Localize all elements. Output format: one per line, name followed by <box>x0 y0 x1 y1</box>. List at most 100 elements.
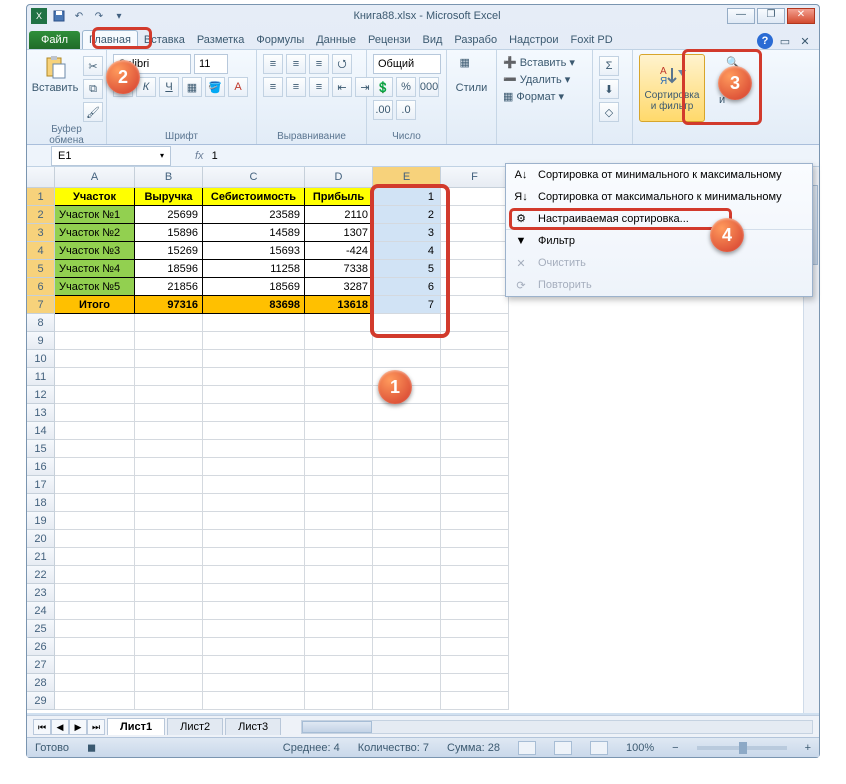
decimal-inc-button[interactable]: .00 <box>373 100 393 120</box>
tab-file[interactable]: Файл <box>29 31 80 49</box>
cell[interactable] <box>55 530 135 548</box>
cell[interactable]: 18569 <box>203 278 305 296</box>
col-header-d[interactable]: D <box>305 167 373 187</box>
cell[interactable] <box>203 566 305 584</box>
cell[interactable] <box>441 206 509 224</box>
cell[interactable] <box>55 656 135 674</box>
cell[interactable] <box>305 638 373 656</box>
cell[interactable] <box>373 548 441 566</box>
zoom-slider[interactable] <box>697 746 787 750</box>
cell[interactable] <box>135 386 203 404</box>
cell[interactable] <box>203 440 305 458</box>
cell[interactable] <box>373 314 441 332</box>
cell[interactable]: 1 <box>373 188 441 206</box>
cell[interactable] <box>373 674 441 692</box>
cell[interactable] <box>203 368 305 386</box>
cell[interactable]: 15693 <box>203 242 305 260</box>
zoom-out-button[interactable]: − <box>672 742 678 754</box>
cell[interactable] <box>135 602 203 620</box>
cell[interactable] <box>203 458 305 476</box>
cell[interactable] <box>373 512 441 530</box>
cell[interactable] <box>135 530 203 548</box>
menu-item[interactable]: А↓Сортировка от минимального к максималь… <box>506 164 812 186</box>
cell[interactable] <box>55 620 135 638</box>
save-button[interactable] <box>51 8 67 24</box>
cell[interactable] <box>441 530 509 548</box>
cell[interactable]: 6 <box>373 278 441 296</box>
cell[interactable]: Участок №4 <box>55 260 135 278</box>
row-header[interactable]: 11 <box>27 368 55 386</box>
font-size-combo[interactable] <box>194 54 228 74</box>
cell[interactable] <box>305 566 373 584</box>
col-header-f[interactable]: F <box>441 167 509 187</box>
cell[interactable] <box>373 692 441 710</box>
styles-button[interactable]: ▦ Стили <box>453 54 490 144</box>
cell[interactable]: 11258 <box>203 260 305 278</box>
row-header[interactable]: 3 <box>27 224 55 242</box>
cell[interactable] <box>203 692 305 710</box>
cell[interactable] <box>441 422 509 440</box>
cell[interactable]: Участок №1 <box>55 206 135 224</box>
clear-button[interactable]: ◇ <box>599 102 619 122</box>
cell[interactable] <box>305 530 373 548</box>
cell[interactable] <box>55 332 135 350</box>
cell[interactable] <box>55 476 135 494</box>
cell[interactable] <box>135 566 203 584</box>
cell[interactable] <box>203 476 305 494</box>
macro-record-icon[interactable]: ◼ <box>87 741 96 754</box>
row-header[interactable]: 4 <box>27 242 55 260</box>
cell[interactable] <box>55 494 135 512</box>
sheet-nav-last[interactable]: ⏭ <box>87 719 105 735</box>
cell[interactable] <box>203 530 305 548</box>
align-right-button[interactable]: ≡ <box>309 77 329 97</box>
cell[interactable] <box>305 476 373 494</box>
cell[interactable] <box>373 602 441 620</box>
cell[interactable]: Участок <box>55 188 135 206</box>
cell[interactable] <box>441 620 509 638</box>
comma-button[interactable]: 000 <box>419 77 439 97</box>
format-painter-button[interactable]: 🖌 <box>83 102 103 122</box>
minimize-button[interactable]: — <box>727 8 755 24</box>
row-header[interactable]: 16 <box>27 458 55 476</box>
row-header[interactable]: 24 <box>27 602 55 620</box>
cell[interactable] <box>203 620 305 638</box>
menu-item[interactable]: ⚙Настраиваемая сортировка... <box>506 208 812 230</box>
row-header[interactable]: 27 <box>27 656 55 674</box>
cell[interactable] <box>305 620 373 638</box>
cell[interactable] <box>203 494 305 512</box>
tab-home[interactable]: Главная <box>82 30 138 49</box>
col-header-b[interactable]: B <box>135 167 203 187</box>
row-header[interactable]: 21 <box>27 548 55 566</box>
cell[interactable] <box>373 368 441 386</box>
cell[interactable] <box>441 440 509 458</box>
cell[interactable] <box>373 422 441 440</box>
cell[interactable] <box>305 584 373 602</box>
doc-close-icon[interactable]: ✕ <box>797 33 813 49</box>
cell[interactable] <box>305 332 373 350</box>
undo-button[interactable]: ↶ <box>71 8 87 24</box>
row-header[interactable]: 17 <box>27 476 55 494</box>
cell[interactable] <box>305 512 373 530</box>
cell[interactable] <box>203 638 305 656</box>
font-name-combo[interactable] <box>113 54 191 74</box>
sort-filter-button[interactable]: АЯ Сортировка и фильтр <box>639 54 705 122</box>
sheet-nav-first[interactable]: ⏮ <box>33 719 51 735</box>
cell[interactable] <box>203 422 305 440</box>
sheet-tab-3[interactable]: Лист3 <box>225 718 281 735</box>
cell[interactable] <box>203 548 305 566</box>
cell[interactable] <box>135 314 203 332</box>
cell[interactable] <box>135 692 203 710</box>
cell[interactable] <box>441 674 509 692</box>
cell[interactable] <box>135 494 203 512</box>
cell[interactable] <box>441 656 509 674</box>
row-header[interactable]: 19 <box>27 512 55 530</box>
cell[interactable]: 4 <box>373 242 441 260</box>
cell[interactable] <box>55 440 135 458</box>
cell[interactable] <box>373 566 441 584</box>
cell[interactable] <box>373 440 441 458</box>
cell[interactable]: 2110 <box>305 206 373 224</box>
cell[interactable] <box>135 458 203 476</box>
cell[interactable] <box>135 350 203 368</box>
copy-button[interactable]: ⧉ <box>83 79 103 99</box>
cell[interactable] <box>135 620 203 638</box>
